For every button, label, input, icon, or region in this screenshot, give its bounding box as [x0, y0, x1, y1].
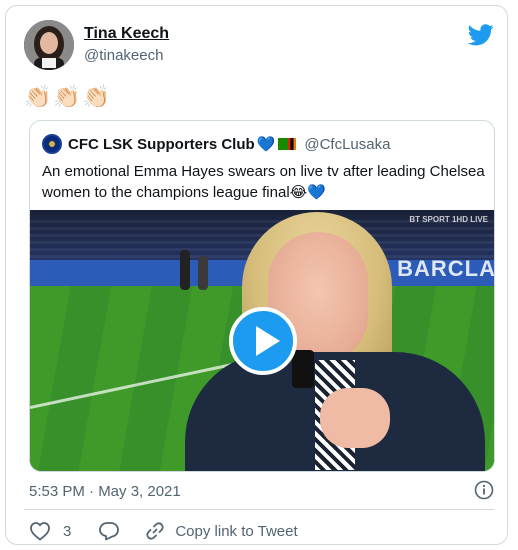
blue-heart-emoji: 💙	[256, 136, 276, 153]
broadcaster-watermark: BT SPORT 1HD LIVE	[409, 215, 488, 224]
twitter-bird-icon[interactable]	[468, 24, 494, 46]
reply-button[interactable]	[99, 521, 145, 541]
author-info: Tina Keech @tinakeech	[84, 25, 169, 64]
video-player[interactable]: BARCLA BT SPORT 1HD LIVE	[30, 210, 495, 471]
copy-link-button[interactable]: Copy link to Tweet	[145, 521, 298, 541]
advertising-board-text: BARCLA	[397, 256, 495, 281]
quoted-tweet-text: An emotional Emma Hayes swears on live t…	[42, 163, 485, 201]
like-heart-icon	[30, 522, 50, 541]
tweet-body-emojis: 👏🏻👏🏻👏🏻	[24, 84, 113, 109]
tweet-timestamp[interactable]: 5:53 PM · May 3, 2021	[29, 483, 181, 500]
zambia-flag-icon	[278, 138, 297, 150]
quoted-author-avatar[interactable]	[42, 134, 62, 154]
quoted-tweet[interactable]: CFC LSK Supporters Club 💙 @CfcLusaka An …	[29, 120, 495, 472]
play-icon[interactable]	[229, 307, 297, 375]
quoted-tweet-header: CFC LSK Supporters Club 💙 @CfcLusaka	[42, 133, 390, 155]
copy-link-label: Copy link to Tweet	[175, 522, 298, 540]
quoted-author-name[interactable]: CFC LSK Supporters Club	[68, 136, 255, 153]
author-display-name[interactable]: Tina Keech	[84, 25, 169, 43]
divider	[24, 509, 494, 510]
link-icon	[146, 522, 164, 540]
tweet-card[interactable]: Tina Keech @tinakeech 👏🏻👏🏻👏🏻 CFC LSK Sup…	[5, 5, 508, 545]
microphone	[292, 350, 314, 388]
reply-icon	[99, 522, 120, 541]
author-handle[interactable]: @tinakeech	[84, 47, 169, 64]
action-bar: 3 Copy link to Tweet	[29, 519, 298, 543]
like-count: 3	[63, 522, 72, 540]
info-icon[interactable]	[474, 480, 494, 500]
author-avatar[interactable]	[24, 20, 74, 70]
background-player	[180, 250, 190, 290]
background-player	[198, 256, 208, 290]
person-hand	[320, 388, 390, 448]
tweet-header: Tina Keech @tinakeech	[24, 20, 494, 72]
like-button[interactable]: 3	[29, 521, 99, 541]
quoted-author-handle[interactable]: @CfcLusaka	[304, 136, 390, 153]
